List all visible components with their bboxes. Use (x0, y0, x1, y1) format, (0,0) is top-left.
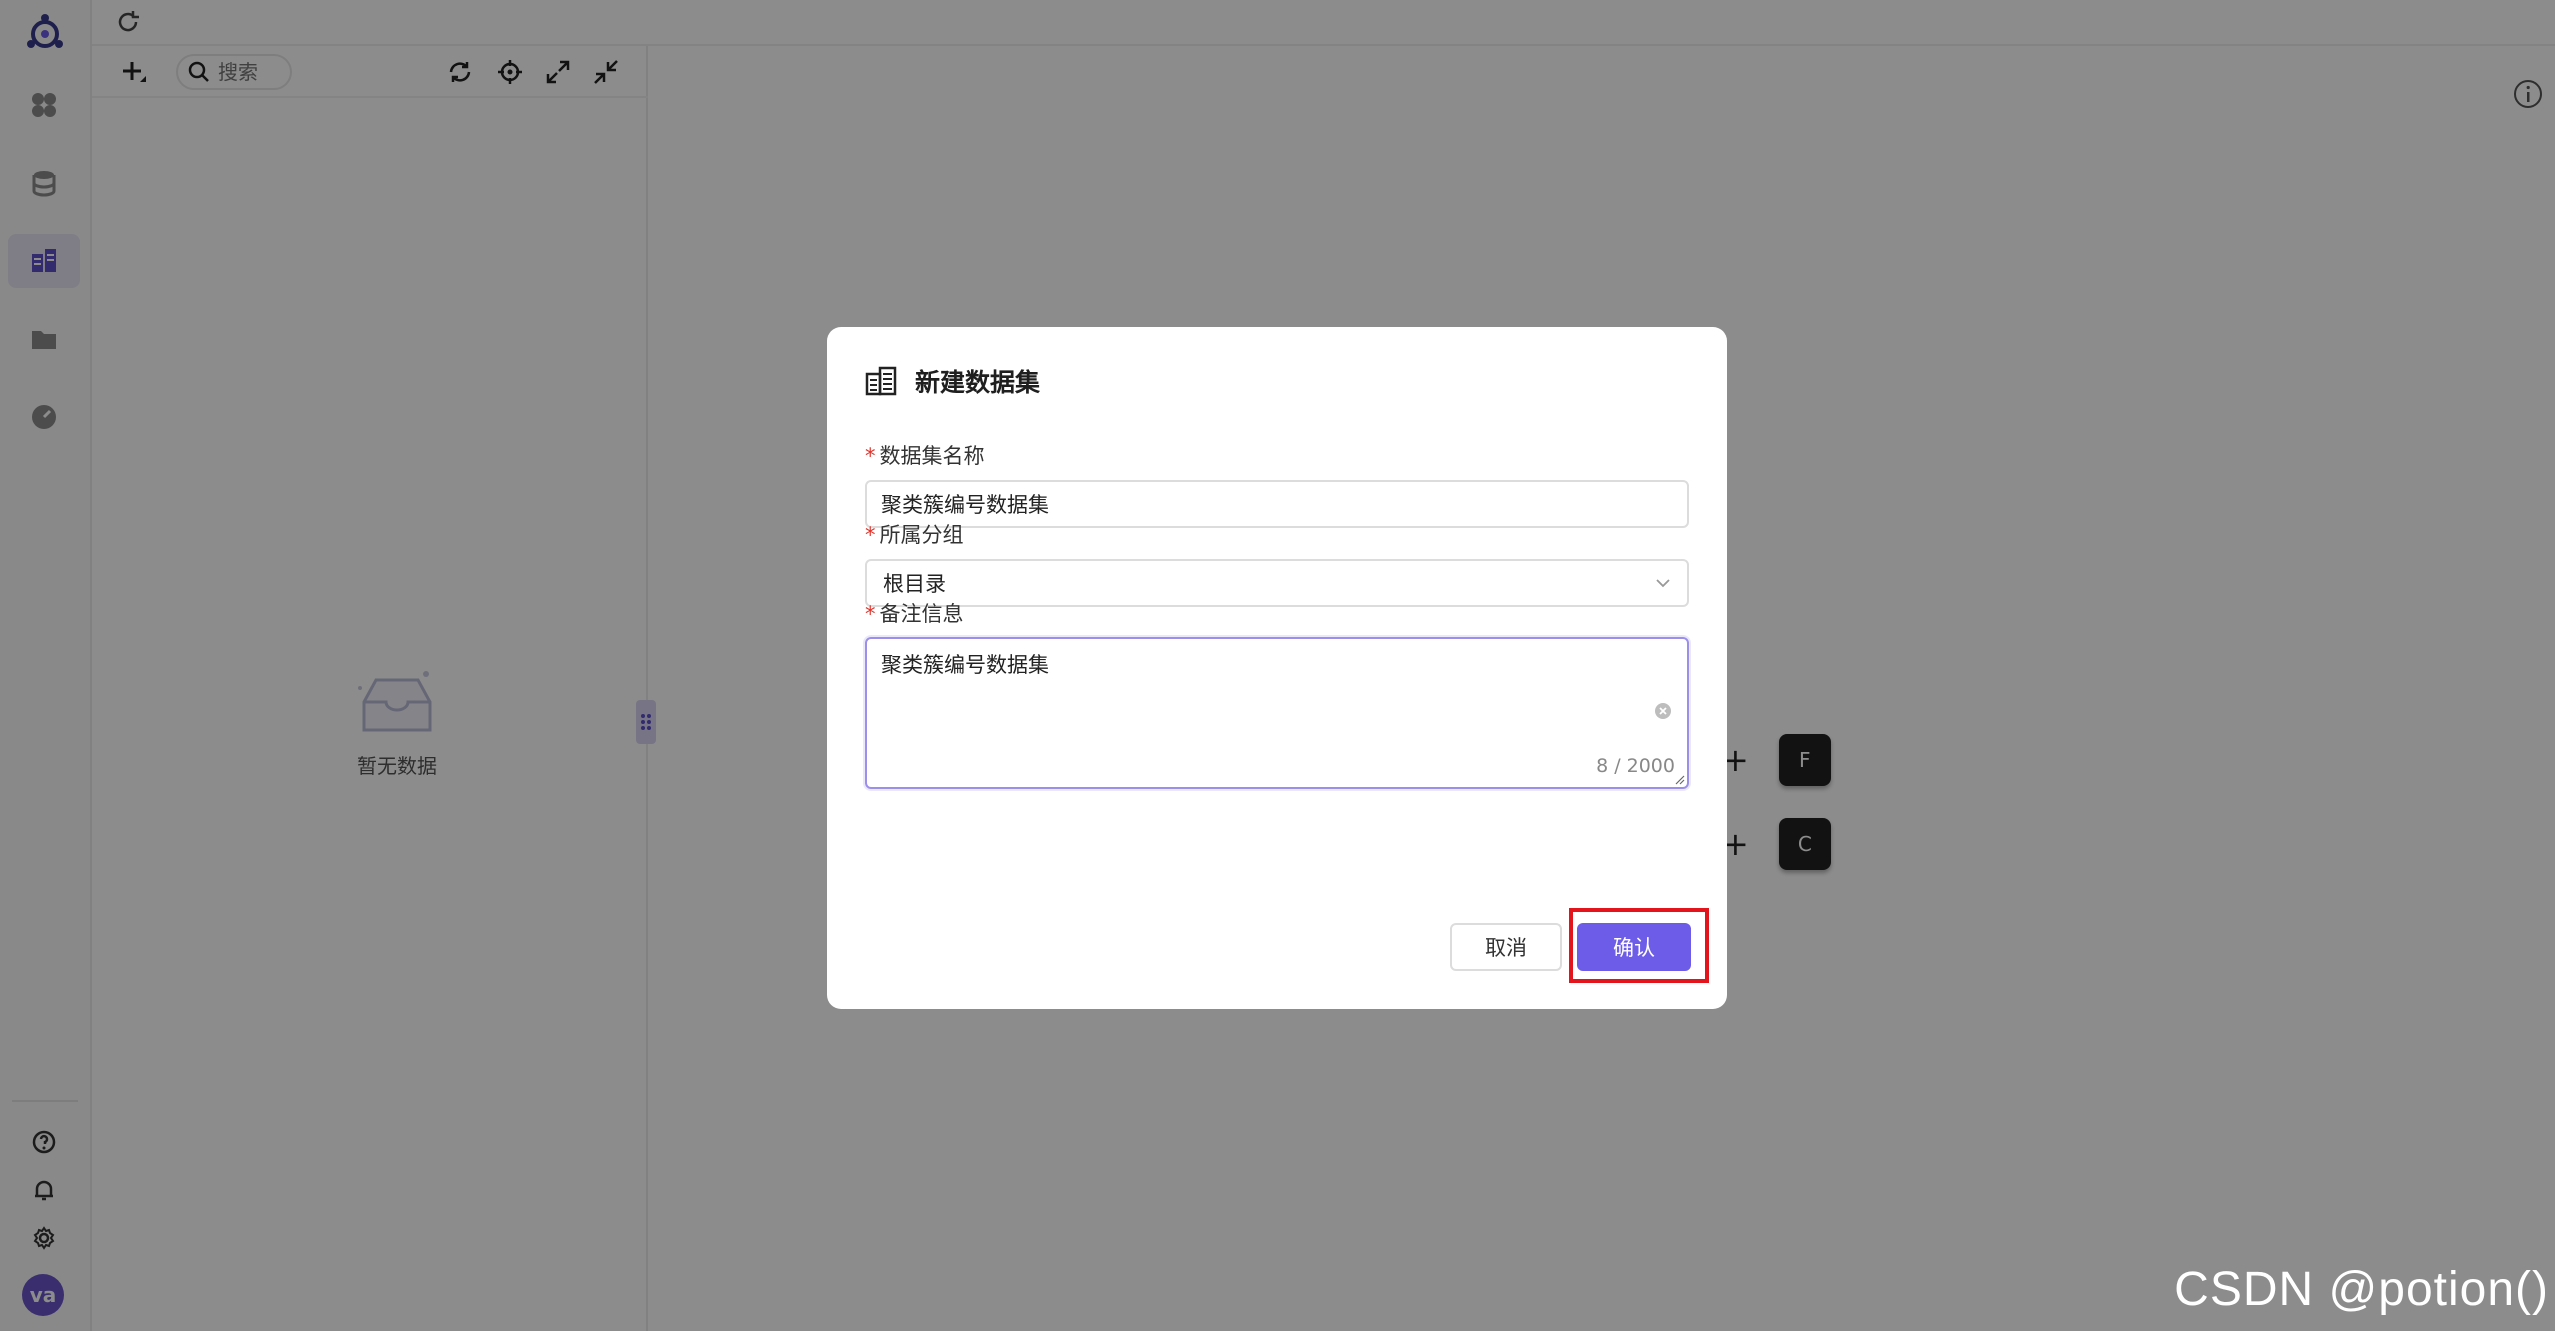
group-select-value: 根目录 (883, 572, 946, 596)
dataset-name-input[interactable] (865, 480, 1689, 528)
watermark: CSDN @potion() (2174, 1263, 2549, 1316)
dataset-icon (865, 366, 897, 396)
required-mark: * (865, 444, 876, 468)
name-label-text: 数据集名称 (879, 444, 985, 468)
char-counter: 8 / 2000 (1596, 755, 1675, 777)
chevron-down-icon (1656, 579, 1670, 588)
required-mark: * (865, 523, 876, 547)
group-label-text: 所属分组 (879, 523, 964, 547)
new-dataset-dialog: 新建数据集 *数据集名称 *所属分组 根目录 *备注信息 聚类簇编号数据集 8 … (827, 327, 1727, 1009)
remark-label: * 备注信息 (865, 598, 964, 628)
resize-grip-icon[interactable] (1673, 773, 1685, 785)
group-select[interactable]: 根目录 (865, 559, 1689, 607)
name-label: * 数据集名称 (865, 440, 985, 470)
required-mark: * (865, 602, 876, 626)
cancel-button[interactable]: 取消 (1450, 923, 1562, 971)
dialog-header: 新建数据集 (865, 363, 1040, 399)
remark-label-text: 备注信息 (879, 602, 964, 626)
clear-icon[interactable] (1653, 701, 1673, 721)
remark-field: 聚类簇编号数据集 8 / 2000 (865, 637, 1689, 789)
highlight-annotation (1569, 908, 1709, 983)
group-label: * 所属分组 (865, 519, 964, 549)
dialog-title: 新建数据集 (915, 368, 1041, 397)
remark-textarea[interactable]: 聚类簇编号数据集 (867, 639, 1687, 787)
